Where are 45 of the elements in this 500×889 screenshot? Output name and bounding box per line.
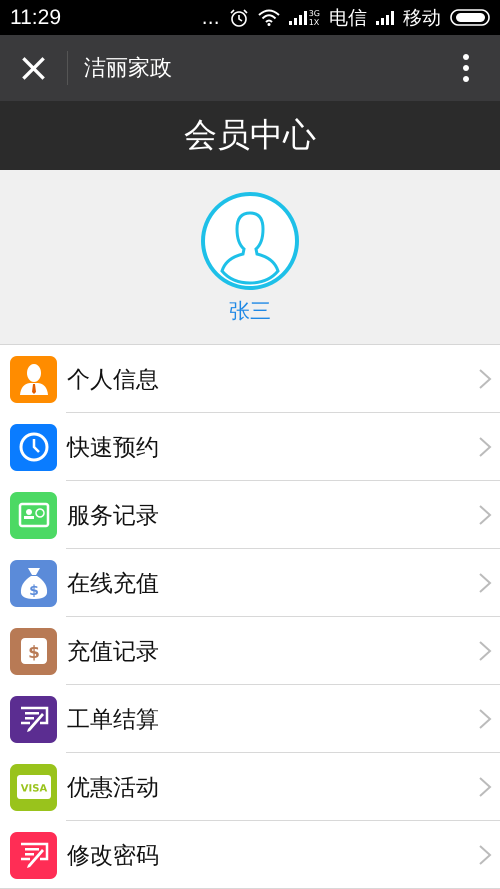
carrier-name: 电信 bbox=[329, 6, 367, 30]
alarm-icon bbox=[228, 8, 249, 28]
network-type: 3G bbox=[308, 8, 320, 18]
menu-label: 快速预约 bbox=[67, 434, 160, 462]
notification-dots: ... bbox=[202, 6, 220, 28]
page-title: 会员中心 bbox=[184, 114, 316, 156]
menu-item[interactable]: 个人信息 bbox=[0, 345, 500, 413]
person-icon bbox=[18, 363, 48, 395]
clock-icon bbox=[18, 431, 50, 463]
app-title: 洁丽家政 bbox=[84, 55, 173, 83]
menu-item[interactable]: VISA 优惠活动 bbox=[0, 753, 500, 821]
wifi-icon bbox=[258, 9, 280, 26]
close-button[interactable]: × bbox=[0, 51, 68, 85]
chevron-icon bbox=[478, 708, 492, 730]
menu-label: 修改密码 bbox=[67, 842, 160, 870]
menu-label: 在线充值 bbox=[67, 570, 160, 598]
signal-icon bbox=[376, 10, 394, 24]
visa-card-icon: VISA bbox=[16, 775, 50, 799]
more-icon[interactable] bbox=[462, 53, 470, 83]
menu-item[interactable]: $ 充值记录 bbox=[0, 617, 500, 685]
chevron-icon bbox=[478, 572, 492, 594]
chevron-icon bbox=[478, 504, 492, 526]
user-name: 张三 bbox=[229, 298, 271, 325]
status-time: 11:29 bbox=[10, 6, 61, 30]
menu-label: 个人信息 bbox=[67, 366, 160, 394]
chevron-icon bbox=[478, 844, 492, 866]
menu-item[interactable]: $ 在线充值 bbox=[0, 549, 500, 617]
id-card-icon bbox=[18, 501, 50, 529]
network-type: 1X bbox=[308, 18, 320, 26]
battery-icon bbox=[450, 9, 490, 26]
menu-item[interactable]: 快速预约 bbox=[0, 413, 500, 481]
menu-item[interactable]: 修改密码 bbox=[0, 821, 500, 889]
menu-item[interactable]: 服务记录 bbox=[0, 481, 500, 549]
menu-label: 优惠活动 bbox=[67, 774, 160, 802]
menu-label: 工单结算 bbox=[67, 706, 160, 734]
chevron-icon bbox=[478, 640, 492, 662]
chevron-icon bbox=[478, 776, 492, 798]
menu-label: 服务记录 bbox=[67, 502, 160, 530]
signal-icon bbox=[288, 10, 307, 24]
dollar-icon: $ bbox=[20, 637, 48, 665]
carrier-name: 移动 bbox=[403, 6, 441, 30]
chevron-icon bbox=[478, 436, 492, 458]
chevron-icon bbox=[478, 368, 492, 390]
menu-label: 充值记录 bbox=[67, 638, 160, 666]
menu-item[interactable]: 工单结算 bbox=[0, 685, 500, 753]
